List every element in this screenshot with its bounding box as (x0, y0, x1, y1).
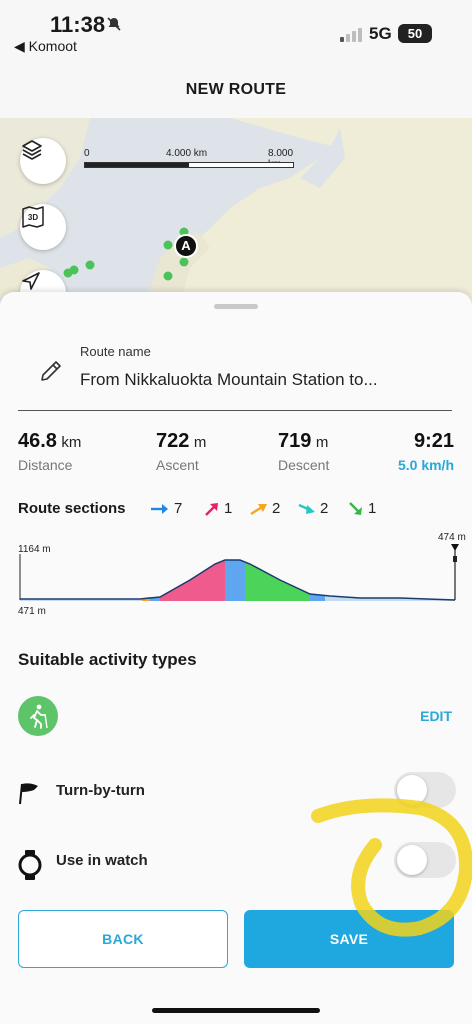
section-flat: 7 (150, 500, 182, 517)
signal-icon (340, 28, 364, 42)
route-sections-title: Route sections (18, 500, 126, 517)
distance-caption: Distance (18, 457, 73, 473)
ascent-unit: m (193, 434, 207, 451)
route-name-label: Route name (80, 344, 151, 359)
route-sections[interactable]: Route sections 7 1 2 2 1 (18, 500, 458, 522)
stat-duration: 9:21 5.0 km/h (398, 430, 454, 473)
stat-distance: 46.8 km Distance (18, 430, 81, 473)
pencil-icon (38, 358, 64, 389)
descent-unit: m (315, 434, 329, 451)
activity-types-title: Suitable activity types (18, 650, 197, 669)
route-stats: 46.8 km Distance 722 m Ascent 719 m Desc… (0, 430, 472, 480)
ascent-value: 722 (156, 430, 190, 452)
network-label: 5G (369, 24, 392, 43)
distance-unit: km (61, 434, 82, 451)
stat-descent: 719 m Descent (278, 430, 329, 473)
home-indicator (152, 1008, 320, 1013)
section-steep-up-count: 1 (224, 500, 233, 517)
back-to-app-link[interactable]: ◀ Komoot (14, 38, 77, 55)
section-slight-up-count: 2 (272, 500, 281, 517)
section-steep-up: 1 (204, 500, 232, 517)
turn-by-turn-toggle[interactable] (394, 772, 456, 808)
header: NEW ROUTE (0, 60, 472, 118)
elevation-profile[interactable]: 1164 m 471 m 474 m (0, 530, 472, 622)
duration-value: 9:21 (413, 430, 454, 452)
distance-value: 46.8 (18, 430, 57, 452)
arrow-right-icon (151, 503, 168, 514)
hiking-icon (30, 704, 48, 729)
section-slight-up: 2 (250, 500, 280, 517)
arrow-slight-down-icon (298, 503, 315, 514)
profile-chart (19, 544, 459, 601)
flag-icon (18, 780, 40, 811)
use-in-watch-toggle[interactable] (394, 842, 456, 878)
edit-activity-button[interactable]: EDIT (420, 708, 452, 724)
descent-value: 719 (278, 430, 312, 452)
start-marker[interactable]: A (174, 234, 198, 258)
route-name-value[interactable]: From Nikkaluokta Mountain Station to... (80, 370, 378, 390)
route-name-field[interactable]: Route name From Nikkaluokta Mountain Sta… (0, 344, 472, 412)
status-bar: 11:38 ◀ Komoot 5G 50 (0, 0, 472, 60)
stat-ascent: 722 m Ascent (156, 430, 206, 473)
section-steep-down-count: 1 (368, 500, 377, 517)
section-flat-count: 7 (174, 500, 183, 517)
turn-by-turn-label: Turn-by-turn (56, 782, 145, 799)
status-time: 11:38 (50, 12, 106, 37)
watch-icon (18, 850, 42, 885)
descent-caption: Descent (278, 457, 330, 473)
sheet-handle[interactable] (214, 304, 258, 309)
speed-caption[interactable]: 5.0 km/h (398, 457, 454, 473)
use-in-watch-row: Use in watch (18, 842, 458, 882)
route-sheet: Route name From Nikkaluokta Mountain Sta… (0, 292, 472, 1024)
save-button[interactable]: SAVE (244, 910, 454, 968)
section-slight-down-count: 2 (320, 500, 329, 517)
page-title: NEW ROUTE (185, 81, 287, 98)
arrow-down-right-icon (349, 501, 362, 515)
battery-indicator: 50 (398, 24, 432, 43)
divider (18, 410, 452, 411)
route-overlay (63, 227, 189, 281)
hiking-activity-button[interactable] (18, 696, 58, 736)
use-in-watch-label: Use in watch (56, 852, 148, 869)
bell-muted-icon (106, 16, 122, 37)
map-view[interactable]: 0 4.000 km 8.000 km 3D A (0, 118, 472, 318)
turn-by-turn-row: Turn-by-turn (18, 772, 458, 812)
arrow-up-right-icon (205, 502, 218, 516)
section-steep-down: 1 (348, 500, 376, 517)
section-slight-down: 2 (298, 500, 328, 517)
ascent-caption: Ascent (156, 457, 199, 473)
arrow-slight-up-icon (250, 503, 267, 515)
back-button[interactable]: BACK (18, 910, 228, 968)
